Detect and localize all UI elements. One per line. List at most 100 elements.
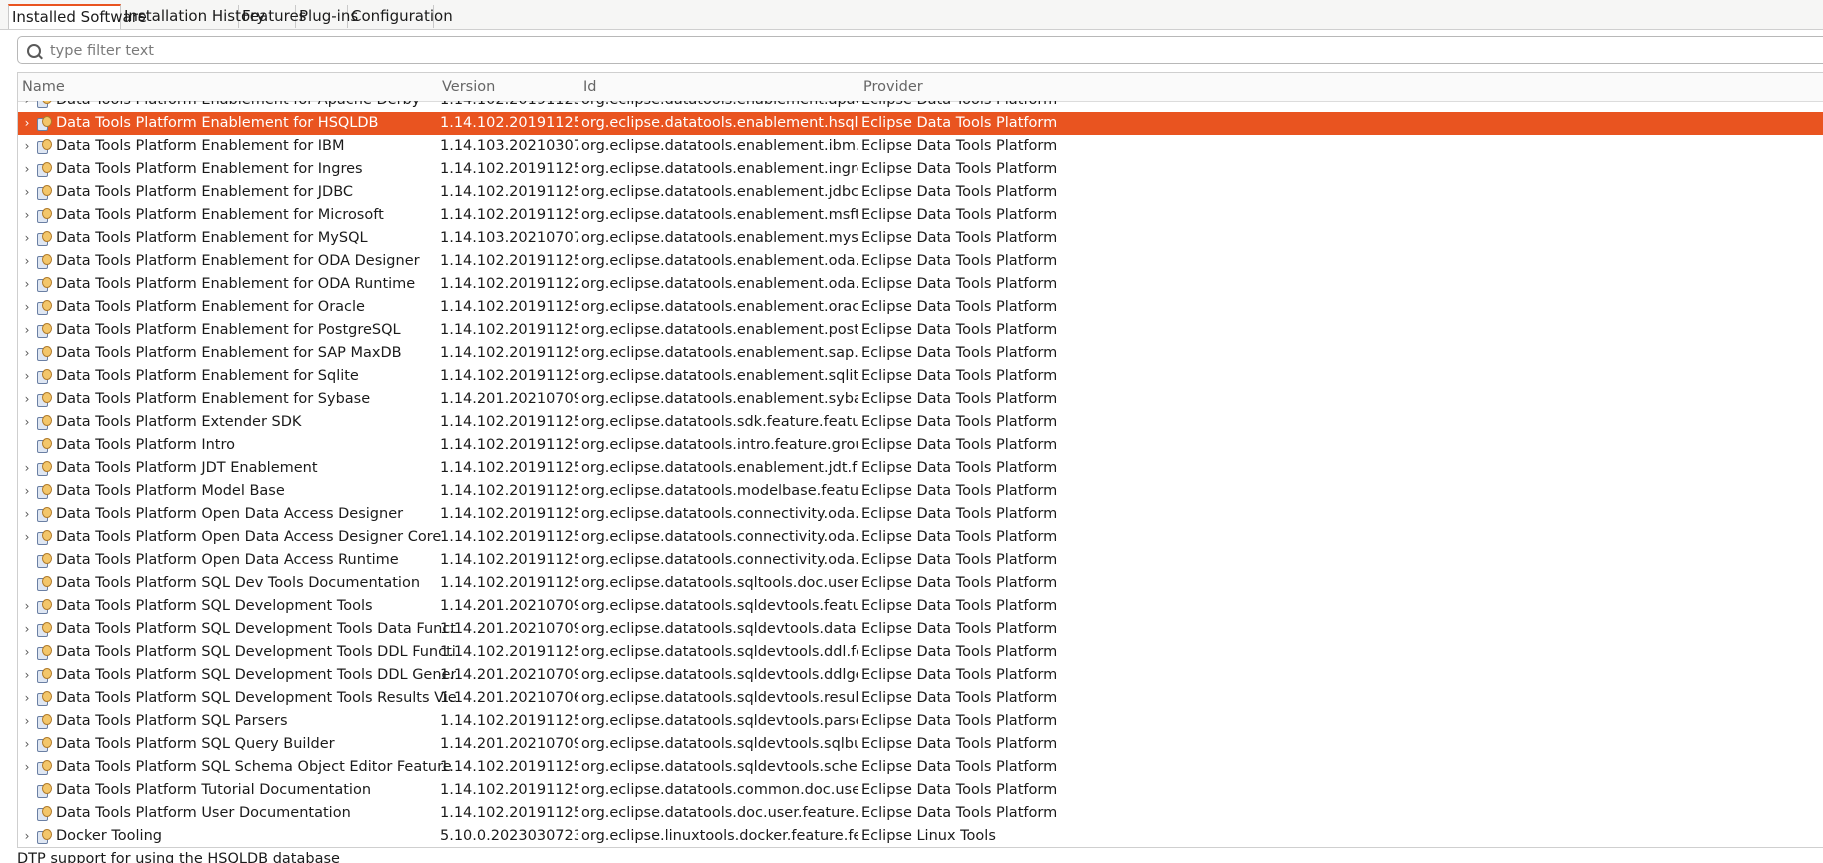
expand-chevron-icon[interactable]: ›: [21, 526, 33, 549]
table-row[interactable]: › Data Tools Platform Enablement for Post…: [18, 319, 1823, 342]
table-row[interactable]: › Data Tools Platform Enablement for ODA …: [18, 250, 1823, 273]
tab-configuration[interactable]: Configuration: [348, 5, 453, 28]
table-row[interactable]: › Data Tools Platform JDT Enablement 1.14.…: [18, 457, 1823, 480]
expand-chevron-icon[interactable]: ›: [21, 687, 33, 710]
table-row[interactable]: › Docker Tooling 5.10.0.20230307232 org.ecl…: [18, 825, 1823, 847]
column-header-id[interactable]: Id: [583, 79, 596, 95]
row-provider: Eclipse Data Tools Platform: [861, 322, 1058, 338]
row-id: org.eclipse.linuxtools.docker.feature.fe…: [581, 828, 858, 844]
table-row[interactable]: › Data Tools Platform SQL Development Too…: [18, 664, 1823, 687]
expand-chevron-icon[interactable]: ›: [21, 480, 33, 503]
row-id: org.eclipse.datatools.enablement.oracle: [581, 299, 858, 315]
expand-chevron-icon[interactable]: ›: [21, 342, 33, 365]
table-row[interactable]: › Data Tools Platform Enablement for Ingr…: [18, 158, 1823, 181]
table-row[interactable]: › Data Tools Platform Enablement for JDBC…: [18, 181, 1823, 204]
expand-chevron-icon[interactable]: ›: [21, 618, 33, 641]
row-id: org.eclipse.datatools.enablement.oda.fe: [581, 276, 858, 292]
expand-chevron-icon[interactable]: ›: [21, 250, 33, 273]
table-row[interactable]: › Data Tools Platform Enablement for Syba…: [18, 388, 1823, 411]
table-row[interactable]: › Data Tools Platform Extender SDK 1.14.10…: [18, 411, 1823, 434]
table-row[interactable]: › Data Tools Platform Enablement for Orac…: [18, 296, 1823, 319]
row-id: org.eclipse.datatools.enablement.apache: [581, 101, 858, 112]
expand-chevron-icon[interactable]: ›: [21, 503, 33, 526]
row-name: Data Tools Platform SQL Dev Tools Docume…: [56, 575, 421, 591]
table-row[interactable]: › Data Tools Platform Enablement for Apac…: [18, 101, 1823, 112]
expand-chevron-icon[interactable]: ›: [21, 135, 33, 158]
expand-chevron-icon[interactable]: ›: [21, 365, 33, 388]
table-row[interactable]: › Data Tools Platform SQL Development Too…: [18, 595, 1823, 618]
table-row[interactable]: Data Tools Platform Tutorial Documentati…: [18, 779, 1823, 802]
table-body[interactable]: › Data Tools Platform Enablement for Apac…: [18, 101, 1823, 847]
row-provider: Eclipse Data Tools Platform: [861, 713, 1058, 729]
feature-icon: [36, 253, 52, 269]
expand-chevron-icon[interactable]: ›: [21, 101, 33, 112]
row-provider: Eclipse Data Tools Platform: [861, 276, 1058, 292]
feature-icon: [36, 299, 52, 315]
expand-chevron-icon[interactable]: ›: [21, 112, 33, 135]
row-id: org.eclipse.datatools.sqldevtools.sqlbui…: [581, 736, 858, 752]
table-row[interactable]: › Data Tools Platform SQL Development Too…: [18, 641, 1823, 664]
row-id: org.eclipse.datatools.connectivity.oda.d…: [581, 506, 858, 522]
row-id: org.eclipse.datatools.enablement.ingres: [581, 161, 858, 177]
row-version: 1.14.201.202107090: [440, 621, 578, 637]
table-row[interactable]: › Data Tools Platform Open Data Access De…: [18, 503, 1823, 526]
expand-chevron-icon[interactable]: ›: [21, 227, 33, 250]
expand-chevron-icon[interactable]: ›: [21, 756, 33, 779]
expand-chevron-icon[interactable]: ›: [21, 825, 33, 847]
expand-chevron-icon[interactable]: ›: [21, 388, 33, 411]
table-row[interactable]: › Data Tools Platform SQL Parsers 1.14.102…: [18, 710, 1823, 733]
table-row[interactable]: › Data Tools Platform SQL Development Too…: [18, 687, 1823, 710]
expand-chevron-icon[interactable]: ›: [21, 158, 33, 181]
filter-input[interactable]: [48, 39, 1752, 63]
expand-chevron-icon[interactable]: ›: [21, 204, 33, 227]
feature-icon: [36, 552, 52, 568]
table-row[interactable]: Data Tools Platform User Documentation 1.…: [18, 802, 1823, 825]
expand-chevron-icon[interactable]: ›: [21, 641, 33, 664]
table-row[interactable]: › Data Tools Platform SQL Query Builder 1.…: [18, 733, 1823, 756]
expand-chevron-icon[interactable]: ›: [21, 457, 33, 480]
table-row[interactable]: › Data Tools Platform Enablement for Sqli…: [18, 365, 1823, 388]
expand-chevron-icon[interactable]: ›: [21, 411, 33, 434]
column-header-name[interactable]: Name: [22, 79, 65, 95]
table-row[interactable]: › Data Tools Platform Enablement for ODA …: [18, 273, 1823, 296]
table-row[interactable]: › Data Tools Platform Enablement for MySQ…: [18, 227, 1823, 250]
expand-chevron-icon[interactable]: ›: [21, 595, 33, 618]
table-row[interactable]: › Data Tools Platform Enablement for SAP …: [18, 342, 1823, 365]
table-row[interactable]: Data Tools Platform SQL Dev Tools Docume…: [18, 572, 1823, 595]
tab-plug-ins[interactable]: Plug-ins: [296, 5, 358, 28]
tab-features[interactable]: Features: [239, 5, 307, 28]
table-row[interactable]: › Data Tools Platform SQL Schema Object E…: [18, 756, 1823, 779]
expand-chevron-icon[interactable]: ›: [21, 710, 33, 733]
table-row[interactable]: › Data Tools Platform Open Data Access De…: [18, 526, 1823, 549]
column-header-provider[interactable]: Provider: [863, 79, 923, 95]
table-row[interactable]: › Data Tools Platform Enablement for Micr…: [18, 204, 1823, 227]
expand-chevron-icon[interactable]: ›: [21, 319, 33, 342]
table-row[interactable]: › Data Tools Platform SQL Development Too…: [18, 618, 1823, 641]
expand-chevron-icon[interactable]: ›: [21, 664, 33, 687]
expand-chevron-icon[interactable]: ›: [21, 733, 33, 756]
row-provider: Eclipse Data Tools Platform: [861, 437, 1058, 453]
table-row[interactable]: › Data Tools Platform Enablement for HSQL…: [18, 112, 1823, 135]
tab-installation-history[interactable]: Installation History: [121, 5, 265, 28]
table-row[interactable]: Data Tools Platform Open Data Access Run…: [18, 549, 1823, 572]
row-version: 5.10.0.20230307232: [440, 828, 578, 844]
expand-chevron-icon[interactable]: ›: [21, 296, 33, 319]
row-name: Data Tools Platform Enablement for Sqlit…: [56, 368, 359, 384]
row-provider: Eclipse Data Tools Platform: [861, 529, 1058, 545]
tab-installed-software[interactable]: Installed Software: [8, 4, 147, 29]
row-provider: Eclipse Data Tools Platform: [861, 101, 1161, 112]
table-row[interactable]: › Data Tools Platform Enablement for IBM 1…: [18, 135, 1823, 158]
row-provider: Eclipse Data Tools Platform: [861, 138, 1058, 154]
expand-chevron-icon[interactable]: ›: [21, 273, 33, 296]
column-header-version[interactable]: Version: [442, 79, 495, 95]
row-name: Data Tools Platform Enablement for IBM: [56, 138, 345, 154]
row-provider: Eclipse Data Tools Platform: [861, 253, 1058, 269]
table-row[interactable]: Data Tools Platform Intro 1.14.102.201911…: [18, 434, 1823, 457]
table-row[interactable]: › Data Tools Platform Model Base 1.14.102.…: [18, 480, 1823, 503]
row-id: org.eclipse.datatools.enablement.hsqldb: [581, 115, 858, 131]
row-id: org.eclipse.datatools.enablement.msft.f: [581, 207, 858, 223]
expand-chevron-icon[interactable]: ›: [21, 181, 33, 204]
row-name: Data Tools Platform Enablement for Oracl…: [56, 299, 365, 315]
row-version: 1.14.102.201911250: [440, 414, 578, 430]
row-version: 1.14.102.201911250: [440, 805, 578, 821]
